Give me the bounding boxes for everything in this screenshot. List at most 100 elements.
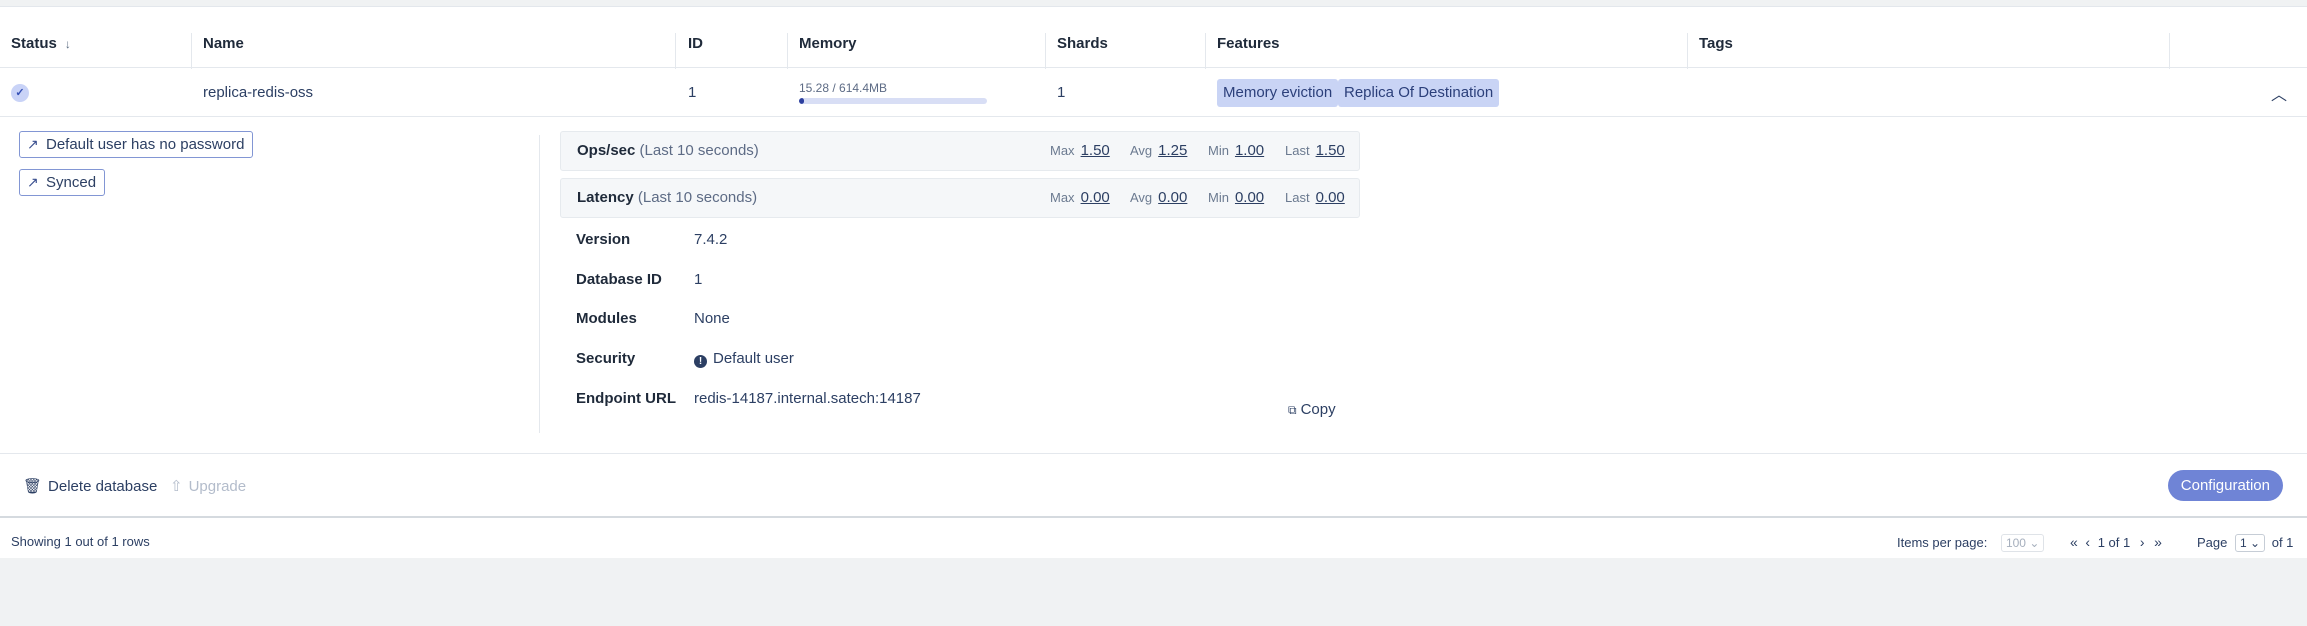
stat-label: Max: [1050, 190, 1075, 205]
metric-max: Max 1.50: [1050, 132, 1110, 170]
chevron-up-icon[interactable]: ︿: [2271, 81, 2287, 105]
modules-label: Modules: [576, 310, 637, 327]
copy-label: Copy: [1300, 401, 1336, 418]
metric-avg: Avg 0.00: [1130, 179, 1187, 217]
stat-label: Avg: [1130, 190, 1153, 205]
table-footer-divider: [0, 516, 2307, 518]
upgrade-label: Upgrade: [188, 478, 247, 495]
endpoint-url-value: redis-14187.internal.satech:14187: [694, 390, 921, 407]
stat-label: Min: [1208, 143, 1229, 158]
endpoint-url-label: Endpoint URL: [576, 390, 676, 407]
stat-value[interactable]: 0.00: [1081, 189, 1110, 206]
page-selector: Page 1 ⌄ of 1: [2197, 534, 2293, 552]
next-page-icon[interactable]: ›: [2140, 534, 2145, 550]
page-value: 1: [2240, 536, 2247, 550]
feature-badge-replica-of-destination: Replica Of Destination: [1338, 79, 1500, 107]
items-per-page-select[interactable]: 100 ⌄: [2000, 534, 2045, 552]
stat-label: Last: [1285, 143, 1310, 158]
upgrade-button[interactable]: ⇧ Upgrade: [170, 477, 246, 495]
metric-max: Max 0.00: [1050, 179, 1110, 217]
page-select[interactable]: 1 ⌄: [2235, 534, 2266, 552]
delete-database-button[interactable]: 🗑 Delete database: [23, 477, 157, 495]
version-label: Version: [576, 231, 631, 248]
column-header-name[interactable]: Name: [192, 19, 244, 68]
arrow-up-right-icon: ↗: [27, 174, 39, 190]
info-icon: !: [694, 355, 707, 368]
details-divider: [539, 135, 540, 433]
stat-label: Avg: [1130, 143, 1153, 158]
stat-label: Min: [1208, 190, 1229, 205]
items-per-page-label: Items per page:: [1897, 535, 1988, 550]
page-label: Page: [2197, 535, 2228, 550]
stat-label: Max: [1050, 143, 1075, 158]
trash-icon: 🗑: [23, 478, 43, 495]
column-divider: [2169, 33, 2170, 69]
column-header-shards[interactable]: Shards: [1046, 19, 1108, 68]
metric-latency: Latency (Last 10 seconds) Max 0.00 Avg 0.0…: [560, 178, 1360, 218]
metric-min: Min 0.00: [1208, 179, 1264, 217]
stat-value[interactable]: 1.25: [1158, 142, 1187, 159]
last-page-icon[interactable]: »: [2154, 534, 2162, 550]
stat-label: Last: [1285, 190, 1310, 205]
first-page-icon[interactable]: «: [2070, 534, 2078, 550]
security-label: Security: [576, 350, 636, 367]
actions-divider: [0, 453, 2307, 454]
arrow-up-right-icon: ↗: [27, 136, 39, 152]
alert-synced[interactable]: ↗ Synced: [19, 169, 106, 196]
metric-avg: Avg 1.25: [1130, 132, 1187, 170]
row-count-text: Showing 1 out of 1 rows: [11, 534, 150, 549]
shards-count: 1: [1057, 84, 1066, 101]
stat-value[interactable]: 0.00: [1235, 189, 1264, 206]
chevron-down-icon: ⌄: [2029, 536, 2040, 550]
memory-usage-text: 15.28 / 614.4MB: [799, 81, 888, 95]
items-per-page: Items per page: 100 ⌄: [1897, 534, 2045, 552]
metric-title-text: Ops/sec: [577, 142, 636, 159]
alert-default-user-no-password[interactable]: ↗ Default user has no password: [19, 131, 254, 158]
chevron-down-icon: ⌄: [2250, 536, 2261, 550]
metric-last: Last 1.50: [1285, 132, 1345, 170]
stat-value[interactable]: 0.00: [1316, 189, 1345, 206]
table-row[interactable]: ✓ replica-redis-oss 1 15.28 / 614.4MB 1 …: [0, 69, 2307, 117]
metric-subtitle: (Last 10 seconds): [637, 189, 758, 206]
column-header-id[interactable]: ID: [677, 19, 703, 68]
metric-last: Last 0.00: [1285, 179, 1345, 217]
stat-value[interactable]: 1.00: [1235, 142, 1264, 159]
feature-badge-memory-eviction: Memory eviction: [1217, 79, 1339, 107]
delete-database-label: Delete database: [48, 478, 158, 495]
column-header-status-label: Status: [11, 35, 57, 52]
metric-min: Min 1.00: [1208, 132, 1264, 170]
configuration-button[interactable]: Configuration: [2167, 470, 2283, 501]
alert-label: Synced: [46, 174, 97, 191]
column-header-status[interactable]: Status ↓: [0, 19, 71, 68]
column-header-memory[interactable]: Memory: [788, 19, 857, 68]
security-value: ! Default user: [694, 350, 794, 368]
stat-value[interactable]: 1.50: [1081, 142, 1110, 159]
sort-down-icon[interactable]: ↓: [65, 37, 71, 51]
metric-title: Latency (Last 10 seconds): [577, 179, 757, 217]
memory-usage-bar: [799, 98, 987, 104]
stat-value[interactable]: 1.50: [1316, 142, 1345, 159]
metric-ops-per-sec: Ops/sec (Last 10 seconds) Max 1.50 Avg 1.2…: [560, 131, 1360, 171]
database-id: 1: [688, 84, 697, 101]
page-range: 1 of 1: [2097, 535, 2131, 550]
copy-endpoint-button[interactable]: ⧉ Copy: [1288, 401, 1336, 418]
metric-title-text: Latency: [577, 189, 634, 206]
previous-page-icon[interactable]: ‹: [2085, 534, 2090, 550]
column-divider: [675, 33, 676, 69]
stat-value[interactable]: 0.00: [1158, 189, 1187, 206]
status-ok-icon: ✓: [11, 84, 29, 102]
database-name[interactable]: replica-redis-oss: [203, 69, 313, 117]
items-per-page-value: 100: [2005, 536, 2026, 550]
upgrade-icon: ⇧: [170, 478, 183, 495]
column-header-features[interactable]: Features: [1206, 19, 1280, 68]
version-value: 7.4.2: [694, 231, 728, 248]
database-id-label: Database ID: [576, 271, 662, 288]
memory-usage-fill: [799, 98, 804, 104]
table-header: Status ↓ Name ID Memory Shards Features T…: [0, 19, 2307, 69]
column-header-tags[interactable]: Tags: [1688, 19, 1733, 68]
security-text: Default user: [713, 350, 794, 367]
modules-value: None: [694, 310, 730, 327]
database-id-value: 1: [694, 271, 703, 288]
copy-icon: ⧉: [1288, 403, 1297, 417]
databases-table-card: Status ↓ Name ID Memory Shards Features T…: [0, 6, 2307, 558]
